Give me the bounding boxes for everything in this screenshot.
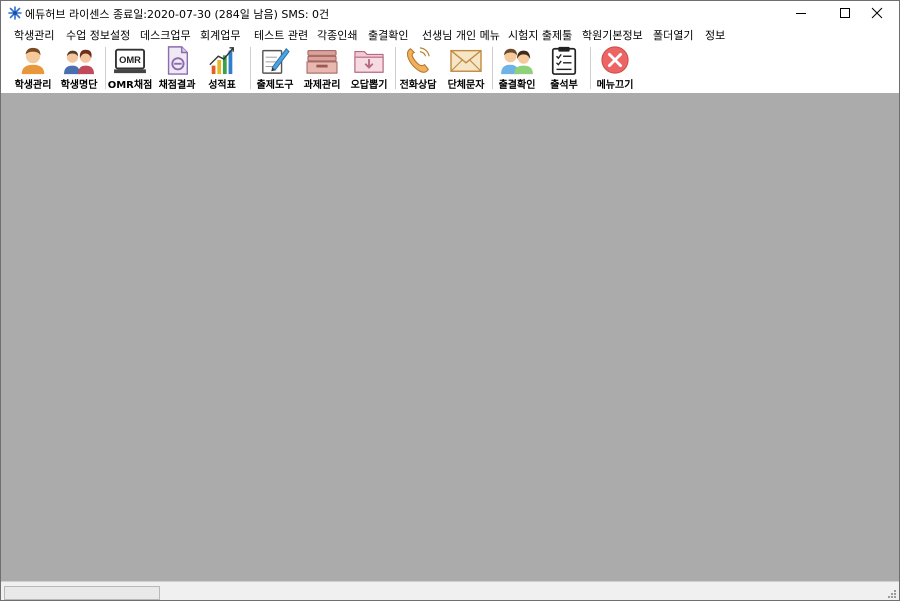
- exam-tool-button[interactable]: 출제도구: [252, 45, 298, 91]
- toolbar-separator: [590, 47, 591, 89]
- minimize-button[interactable]: [779, 1, 823, 25]
- toolbar-label: 출제도구: [256, 80, 294, 91]
- omr-grading-button[interactable]: OMR OMR채점: [107, 45, 153, 91]
- attendance-book-icon: [551, 46, 577, 75]
- toolbar-separator: [250, 47, 251, 89]
- student-list-button[interactable]: 학생명단: [56, 45, 102, 91]
- menu-desk-work[interactable]: 데스크업무: [140, 27, 191, 43]
- grading-result-button[interactable]: 채점결과: [154, 45, 200, 91]
- maximize-icon: [840, 8, 850, 18]
- close-menu-icon: [601, 46, 629, 74]
- wrong-answer-icon: [354, 51, 384, 73]
- app-logo-icon: [8, 6, 22, 20]
- menu-teacher-personal[interactable]: 선생님 개인 메뉴: [422, 27, 500, 43]
- title-bar[interactable]: 에듀허브 라이센스 종료일:2020-07-30 (284일 남음) SMS: …: [1, 1, 899, 25]
- toolbar-label: OMR채점: [107, 80, 153, 91]
- exam-tool-icon: [262, 48, 290, 74]
- close-window-button[interactable]: [855, 1, 899, 25]
- toolbar-label: 과제관리: [303, 80, 341, 91]
- grading-result-icon: [167, 46, 189, 75]
- menu-accounting[interactable]: 회계업무: [200, 27, 240, 43]
- menu-attendance[interactable]: 출결확인: [368, 27, 408, 43]
- menu-class-settings[interactable]: 수업 정보설정: [66, 27, 130, 43]
- homework-management-button[interactable]: 과제관리: [299, 45, 345, 91]
- menu-test[interactable]: 테스트 관련: [254, 27, 308, 43]
- toolbar-label: 학생명단: [60, 80, 98, 91]
- menu-exam-tool[interactable]: 시험지 출제툴: [508, 27, 572, 43]
- mdi-workspace[interactable]: [1, 93, 899, 581]
- app-window: 에듀허브 라이센스 종료일:2020-07-30 (284일 남음) SMS: …: [0, 0, 900, 601]
- close-menu-button[interactable]: 메뉴끄기: [592, 45, 638, 91]
- toolbar: 학생관리 학생명단 OMR OMR채점 채점결과 성적표 출제도구 과제관리 오…: [1, 43, 899, 94]
- toolbar-separator: [105, 47, 106, 89]
- minimize-icon: [796, 13, 806, 14]
- menu-academy-info[interactable]: 학원기본정보: [582, 27, 643, 43]
- omr-icon: OMR: [114, 48, 146, 74]
- window-title: 에듀허브 라이센스 종료일:2020-07-30 (284일 남음) SMS: …: [25, 8, 330, 21]
- toolbar-label: 채점결과: [158, 80, 196, 91]
- report-card-icon: [209, 47, 234, 75]
- toolbar-separator: [492, 47, 493, 89]
- omr-icon-text: OMR: [119, 55, 141, 65]
- toolbar-label: 단체문자: [447, 80, 485, 91]
- mail-icon: [450, 49, 482, 72]
- close-icon: [871, 7, 883, 19]
- toolbar-label: 출석부: [550, 80, 578, 91]
- attendance-book-button[interactable]: 출석부: [541, 45, 587, 91]
- toolbar-separator: [395, 47, 396, 89]
- toolbar-label: 출결확인: [498, 80, 536, 91]
- students-list-icon: [64, 49, 94, 75]
- wrong-answer-button[interactable]: 오답뽑기: [346, 45, 392, 91]
- phone-icon: [406, 47, 430, 73]
- status-panel: [4, 586, 160, 600]
- menu-info[interactable]: 정보: [705, 27, 725, 43]
- menu-bar: 학생관리 수업 정보설정 데스크업무 회계업무 테스트 관련 각종인쇄 출결확인…: [1, 25, 899, 43]
- student-management-button[interactable]: 학생관리: [9, 45, 57, 91]
- toolbar-label: 오답뽑기: [350, 80, 388, 91]
- menu-open-folder[interactable]: 폴더열기: [653, 27, 693, 43]
- resize-grip-icon[interactable]: [887, 589, 897, 599]
- toolbar-label: 학생관리: [14, 80, 52, 91]
- toolbar-label: 메뉴끄기: [596, 80, 634, 91]
- homework-icon: [306, 50, 338, 74]
- student-icon: [21, 47, 45, 75]
- attendance-check-icon: [501, 48, 533, 75]
- toolbar-label: 전화상담: [399, 80, 437, 91]
- phone-consult-button[interactable]: 전화상담: [397, 45, 439, 91]
- menu-student-management[interactable]: 학생관리: [14, 27, 54, 43]
- attendance-check-button[interactable]: 출결확인: [494, 45, 540, 91]
- status-bar: [1, 581, 899, 600]
- group-sms-button[interactable]: 단체문자: [443, 45, 489, 91]
- menu-printing[interactable]: 각종인쇄: [317, 27, 357, 43]
- toolbar-label: 성적표: [208, 80, 236, 91]
- report-card-button[interactable]: 성적표: [202, 45, 242, 91]
